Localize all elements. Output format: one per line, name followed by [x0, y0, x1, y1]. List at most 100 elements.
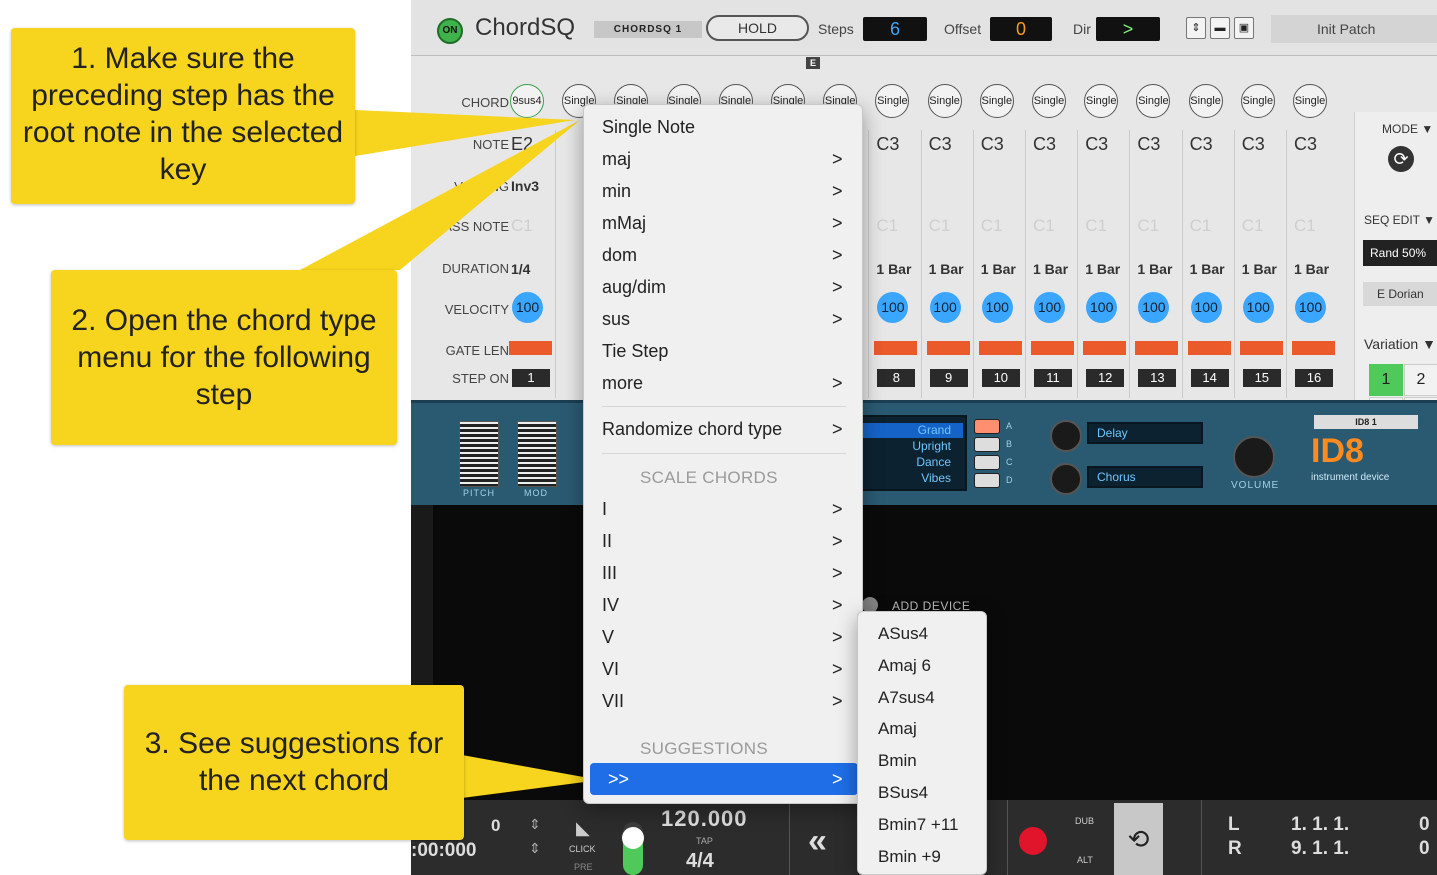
velocity-knob[interactable]: 100 [1086, 292, 1118, 323]
duration-value[interactable]: 1 Bar [1294, 261, 1329, 277]
duration-value[interactable]: 1 Bar [1242, 261, 1277, 277]
voicing-value[interactable]: Inv3 [511, 178, 539, 194]
counter-stepper-icon[interactable]: ⇕ [529, 816, 541, 833]
note-value[interactable]: C3 [981, 134, 1004, 155]
fx2-knob[interactable] [1050, 463, 1082, 495]
chord-type-button[interactable]: Single [1240, 84, 1275, 118]
dir-display[interactable]: > [1096, 17, 1160, 41]
menu-item-aug-dim[interactable]: aug/dim > [584, 271, 862, 303]
menu-item-mmaj[interactable]: mMaj > [584, 207, 862, 239]
sound-upright[interactable]: Upright [863, 439, 951, 453]
gate-length-bar[interactable] [1239, 341, 1283, 355]
step-on-toggle[interactable]: 9 [929, 369, 968, 387]
fx2-chorus[interactable]: Chorus [1087, 466, 1203, 488]
suggestion-item[interactable]: Amaj [878, 713, 917, 745]
step-on-toggle[interactable]: 11 [1034, 369, 1072, 387]
menu-item-scale-iii[interactable]: III > [584, 557, 862, 589]
bass-note-value[interactable]: C1 [876, 216, 898, 236]
velocity-knob[interactable]: 100 [1138, 292, 1170, 323]
menu-item-suggestions[interactable]: >> > [590, 763, 858, 795]
duration-value[interactable]: 1 Bar [1085, 261, 1120, 277]
sound-dance[interactable]: Dance [863, 455, 951, 469]
tempo-display[interactable]: 120.000 [661, 806, 748, 832]
slot-c-button[interactable] [974, 455, 1000, 470]
step-on-toggle[interactable]: 15 [1242, 369, 1281, 387]
loop-right-position[interactable]: 9. 1. 1. [1291, 838, 1349, 860]
step-on-toggle[interactable]: 14 [1190, 369, 1229, 387]
gate-length-bar[interactable] [926, 341, 970, 355]
slot-a-button[interactable] [974, 419, 1000, 434]
suggestion-item[interactable]: Bmin [878, 745, 917, 777]
end-marker[interactable]: E [806, 57, 820, 69]
menu-item-scale-ii[interactable]: II > [584, 525, 862, 557]
time-signature[interactable]: 4/4 [686, 850, 714, 873]
duration-value[interactable]: 1 Bar [1137, 261, 1172, 277]
step-on-toggle[interactable]: 8 [877, 369, 916, 387]
chord-type-button[interactable]: Single [1032, 84, 1066, 118]
duration-value[interactable]: 1 Bar [929, 261, 964, 277]
chord-type-button[interactable]: Single [1136, 84, 1171, 118]
duration-value[interactable]: 1 Bar [1033, 261, 1068, 277]
bass-note-value[interactable]: C1 [1033, 216, 1055, 236]
velocity-knob[interactable]: 100 [929, 292, 961, 323]
sound-vibes[interactable]: Vibes [863, 471, 951, 485]
chord-type-button[interactable]: Single [979, 84, 1014, 118]
note-value[interactable]: C3 [1137, 134, 1160, 155]
seq-edit-label[interactable]: SEQ EDIT ▼ [1364, 213, 1435, 227]
note-value[interactable]: C3 [1294, 134, 1317, 155]
rand-button[interactable]: Rand 50% [1363, 240, 1437, 266]
pre-label[interactable]: PRE [574, 862, 593, 872]
rewind-button[interactable]: « [808, 822, 827, 861]
menu-item-scale-v[interactable]: V > [584, 621, 862, 653]
power-on-button[interactable]: ON [437, 18, 463, 44]
suggestion-item[interactable]: ASus4 [878, 618, 928, 650]
tap-label[interactable]: TAP [696, 836, 713, 846]
note-value[interactable]: C3 [1033, 134, 1056, 155]
id8-instance-tag[interactable]: ID8 1 [1314, 415, 1418, 429]
menu-item-dom[interactable]: dom > [584, 239, 862, 271]
bass-note-value[interactable]: C1 [1190, 216, 1212, 236]
note-value[interactable]: C3 [1242, 134, 1265, 155]
patch-nav-icon[interactable]: ⇕ [1186, 17, 1206, 39]
save-icon[interactable]: ▣ [1234, 17, 1254, 39]
chord-type-button[interactable]: Single [1293, 84, 1327, 118]
suggestion-item[interactable]: Amaj 6 [878, 650, 931, 682]
suggestion-item[interactable]: Bmin7 +11 [878, 809, 958, 841]
metronome-icon[interactable]: ◣ [576, 818, 590, 839]
gate-length-bar[interactable] [1292, 341, 1335, 355]
click-label[interactable]: CLICK [569, 844, 596, 854]
volume-knob[interactable] [1233, 436, 1275, 478]
menu-item-scale-i[interactable]: I > [584, 493, 862, 525]
gate-length-bar[interactable] [509, 341, 552, 355]
chord-type-button[interactable]: 9sus4 [510, 84, 544, 118]
mode-label[interactable]: MODE ▼ [1382, 122, 1433, 136]
menu-item-scale-iv[interactable]: IV > [584, 589, 862, 621]
suggestion-item[interactable]: Bmin +9 [878, 841, 941, 873]
offset-display[interactable]: 0 [990, 17, 1052, 41]
variation-label[interactable]: Variation ▼ [1364, 336, 1436, 352]
velocity-knob[interactable]: 100 [981, 292, 1013, 323]
velocity-knob[interactable]: 100 [512, 292, 543, 323]
gate-length-bar[interactable] [1187, 341, 1231, 355]
step-on-toggle[interactable]: 12 [1086, 369, 1125, 387]
duration-value[interactable]: 1 Bar [981, 261, 1016, 277]
bass-note-value[interactable]: C1 [511, 216, 533, 236]
menu-item-randomize[interactable]: Randomize chord type > [584, 413, 862, 445]
sound-grand[interactable]: Grand [863, 423, 951, 437]
variation-1-button[interactable]: 1 [1369, 364, 1403, 396]
bass-note-value[interactable]: C1 [1085, 216, 1107, 236]
steps-display[interactable]: 6 [863, 17, 927, 41]
step-on-toggle[interactable]: 13 [1138, 369, 1177, 387]
loop-left-position[interactable]: 1. 1. 1. [1291, 814, 1349, 836]
menu-item-tie-step[interactable]: Tie Step [584, 335, 862, 367]
alt-label[interactable]: ALT [1077, 855, 1093, 865]
suggestion-item[interactable]: BSus4 [878, 777, 928, 809]
gate-length-bar[interactable] [1031, 341, 1074, 355]
bass-note-value[interactable]: C1 [1242, 216, 1264, 236]
fx1-knob[interactable] [1050, 420, 1082, 452]
menu-item-scale-vii[interactable]: VII > [584, 685, 862, 717]
scale-button[interactable]: E Dorian [1363, 282, 1437, 306]
note-value[interactable]: C3 [1190, 134, 1213, 155]
note-value[interactable]: C3 [1085, 134, 1108, 155]
loop-right-tick[interactable]: 0 [1419, 838, 1430, 860]
